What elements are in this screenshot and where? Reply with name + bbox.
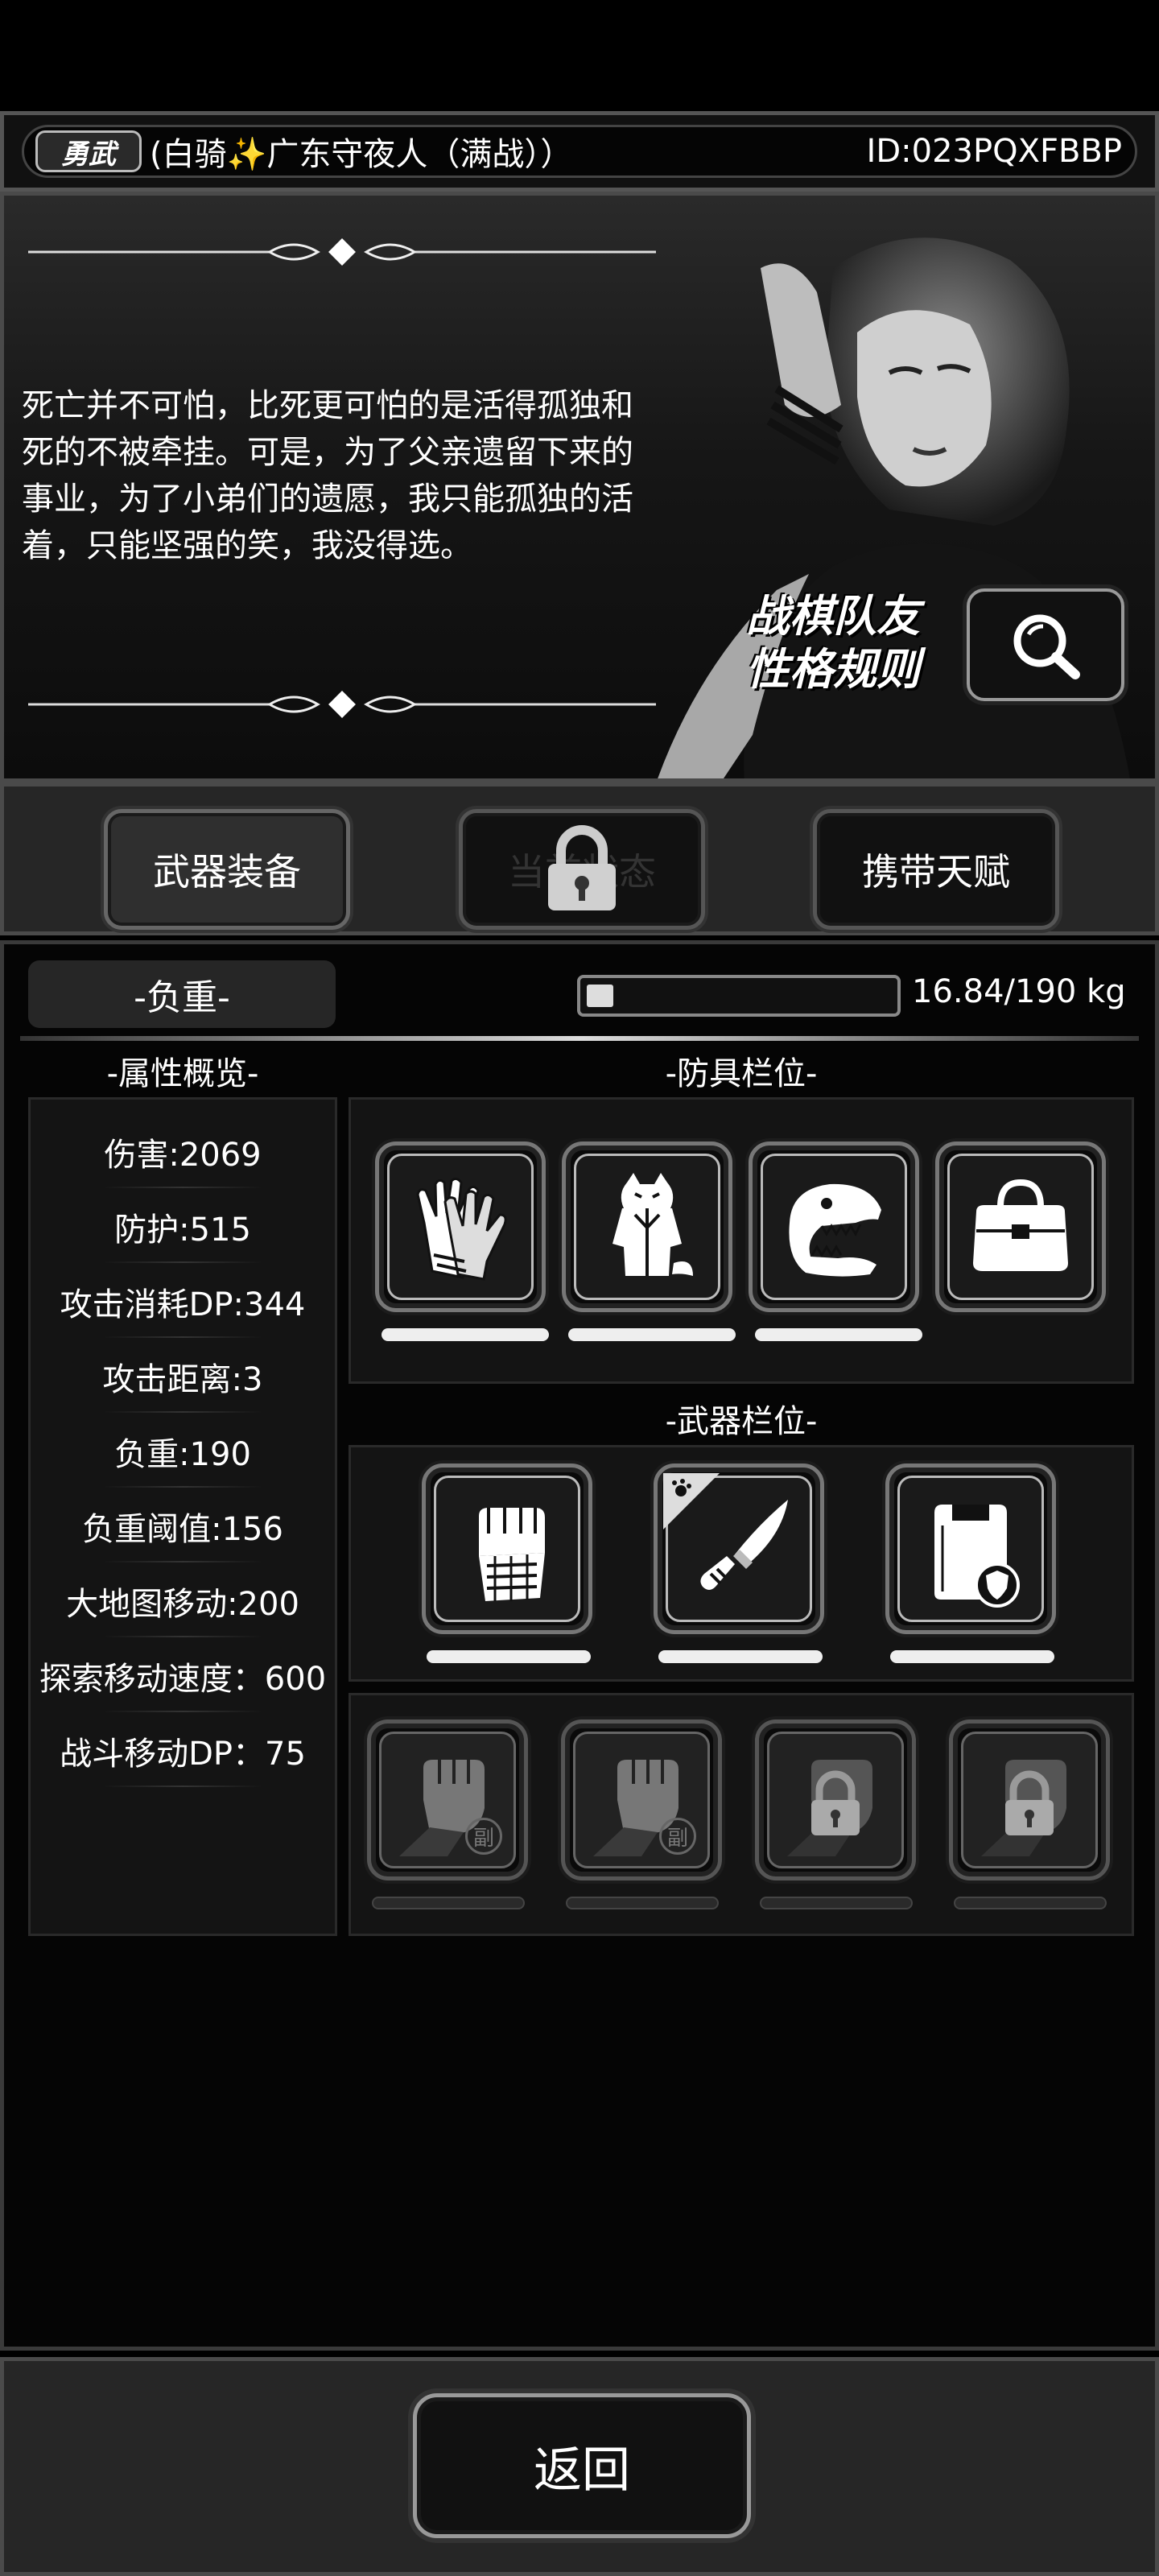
armor-slot-hoodie[interactable] — [562, 1141, 732, 1312]
armor-slots — [349, 1097, 1134, 1384]
locked-fist-icon — [787, 1760, 872, 1856]
load-progress-fill — [587, 985, 613, 1007]
rank-badge: 勇武 — [35, 130, 142, 172]
armor-durability-bar — [755, 1328, 922, 1341]
magnifier-icon — [1013, 614, 1080, 679]
equipment-panel: -负重- 16.84/190 kg -属性概览- -防具栏位- 伤害:2069 … — [0, 940, 1159, 2351]
stats-panel: 伤害:2069 防护:515 攻击消耗DP:344 攻击距离:3 负重:190 … — [28, 1097, 337, 1936]
character-story: 死亡并不可怕，比死更可怕的是活得孤独和死的不被牵挂。可是，为了父亲遗留下来的事业… — [22, 387, 633, 564]
back-button[interactable]: 返回 — [413, 2393, 751, 2538]
secondary-durability-bar — [566, 1897, 719, 1909]
secondary-slots: 副 副 — [349, 1693, 1134, 1936]
tab-weapons[interactable]: 武器装备 — [104, 809, 350, 930]
player-name: (白骑✨广东守夜人（满战）） — [150, 136, 573, 173]
weapon-durability-bar — [427, 1650, 591, 1663]
weapon-slot-shield[interactable] — [885, 1463, 1056, 1634]
stat-attack-range: 攻击距离:3 — [31, 1353, 335, 1413]
gloves-icon — [416, 1177, 507, 1281]
secondary-durability-bar — [760, 1897, 913, 1909]
lock-icon — [548, 825, 616, 910]
armor-slot-gloves[interactable] — [375, 1141, 546, 1312]
stats-title: -属性概览- — [106, 1055, 259, 1092]
secondary-tag: 副 — [465, 1818, 502, 1855]
secondary-slot-2[interactable]: 副 — [561, 1719, 722, 1880]
rules-label-line2: 性格规则 — [746, 644, 920, 695]
load-value: 16.84/190 kg — [912, 973, 1126, 1010]
weapons-title: -武器栏位- — [665, 1403, 818, 1440]
armor-slot-bag[interactable] — [935, 1141, 1106, 1312]
secondary-durability-bar — [954, 1897, 1107, 1909]
weapon-slots — [349, 1445, 1134, 1682]
stat-damage: 伤害:2069 — [31, 1129, 335, 1188]
tab-talents[interactable]: 携带天赋 — [813, 809, 1059, 930]
weapon-durability-bar — [890, 1650, 1054, 1663]
player-header: 勇武 (白骑✨广东守夜人（满战）） ID:023PQXFBBP — [0, 111, 1159, 192]
stat-load-threshold: 负重阈值:156 — [31, 1503, 335, 1563]
paw-tag-icon — [663, 1473, 720, 1530]
weapon-durability-bar — [658, 1650, 823, 1663]
footer-bar: 返回 — [0, 2357, 1159, 2576]
ornament-divider-icon — [28, 691, 656, 718]
search-rules-button[interactable] — [967, 588, 1124, 701]
stat-load: 负重:190 — [31, 1428, 335, 1488]
dinosaur-head-icon — [789, 1183, 881, 1277]
secondary-durability-bar — [372, 1897, 525, 1909]
locked-fist-icon — [981, 1760, 1066, 1856]
tab-bar: 武器装备 当前状态 携带天赋 — [0, 782, 1159, 935]
hoodie-icon — [612, 1173, 693, 1276]
secondary-slot-1[interactable]: 副 — [367, 1719, 528, 1880]
tab-status[interactable]: 当前状态 — [459, 809, 705, 930]
teammate-rules-label: 战棋队友 性格规则 — [712, 590, 954, 696]
riot-shield-icon — [934, 1505, 1020, 1608]
armor-durability-bar — [568, 1328, 736, 1341]
stat-attack-dp: 攻击消耗DP:344 — [31, 1278, 335, 1338]
bag-icon — [973, 1179, 1068, 1271]
player-id: ID:023PQXFBBP — [866, 133, 1122, 170]
character-banner: 死亡并不可怕，比死更可怕的是活得孤独和死的不被牵挂。可是，为了父亲遗留下来的事业… — [0, 192, 1159, 782]
stat-defense: 防护:515 — [31, 1203, 335, 1263]
armor-slot-helmet[interactable] — [749, 1141, 919, 1312]
armored-fist-icon — [479, 1508, 545, 1601]
armor-durability-bar — [382, 1328, 549, 1341]
ornament-divider-icon — [28, 238, 656, 266]
armor-title: -防具栏位- — [665, 1055, 818, 1092]
weapon-slot-fist[interactable] — [422, 1463, 592, 1634]
section-divider — [20, 1036, 1139, 1041]
secondary-slot-4-locked[interactable] — [949, 1719, 1110, 1880]
player-info-bar: 勇武 (白骑✨广东守夜人（满战）） ID:023PQXFBBP — [22, 125, 1137, 178]
stat-map-move: 大地图移动:200 — [31, 1578, 335, 1637]
secondary-slot-3-locked[interactable] — [755, 1719, 916, 1880]
stat-combat-move-dp: 战斗移动DP：75 — [31, 1728, 335, 1787]
weapon-slot-knife[interactable] — [654, 1463, 824, 1634]
rules-label-line1: 战棋队友 — [746, 591, 920, 642]
stat-explore-speed: 探索移动速度：600 — [31, 1653, 335, 1712]
secondary-tag: 副 — [659, 1818, 696, 1855]
load-label: -负重- — [28, 960, 336, 1028]
load-progress-bar — [577, 975, 901, 1017]
